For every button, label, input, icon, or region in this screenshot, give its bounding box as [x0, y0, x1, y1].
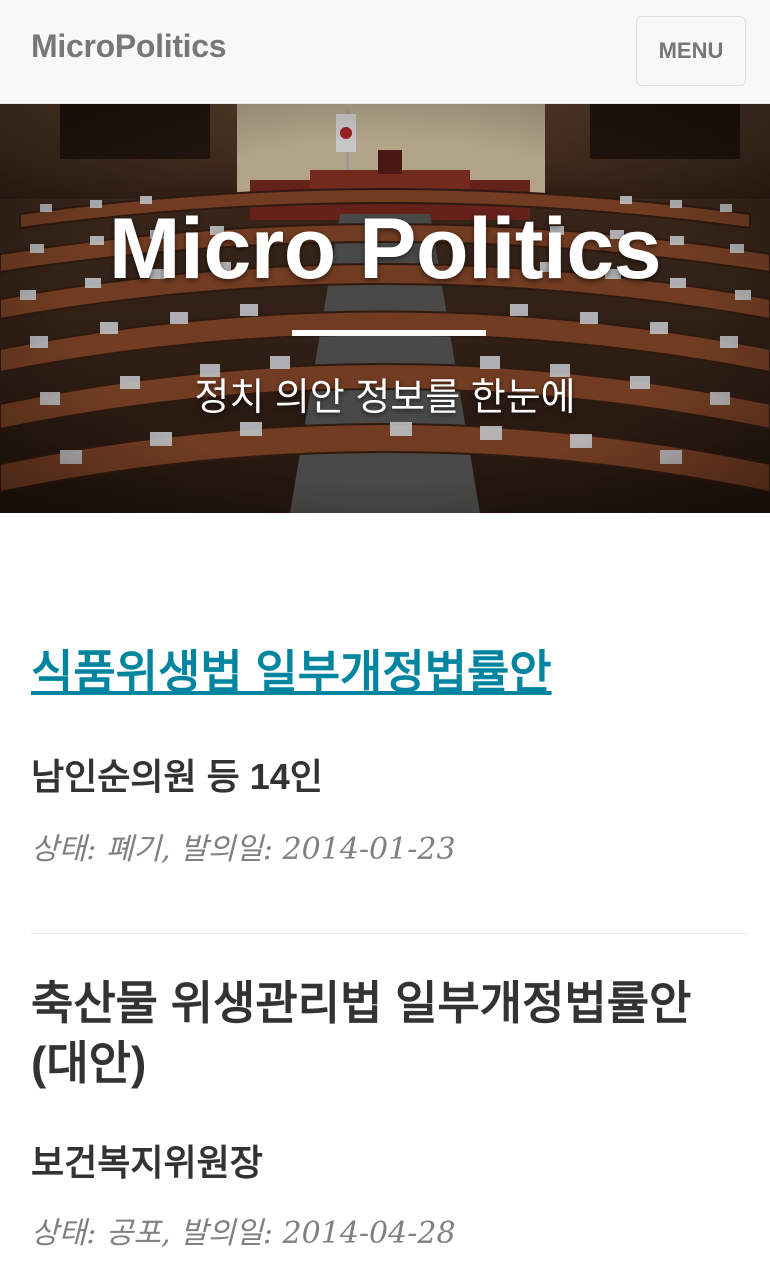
hero-divider	[292, 330, 486, 336]
post-preview: 식품위생법 일부개정법률안 남인순의원 등 14인 상태: 폐기, 발의일: 2…	[31, 644, 747, 868]
hero-header: Micro Politics 정치 의안 정보를 한눈에	[0, 104, 770, 513]
post-title-link[interactable]: 식품위생법 일부개정법률안	[31, 646, 552, 698]
post-meta: 상태: 폐기, 발의일: 2014-01-23	[31, 831, 456, 867]
assembly-hall-background-image	[0, 104, 770, 513]
post-proposer: 보건복지위원장	[31, 1141, 263, 1183]
post-title: 식품위생법 일부개정법률안	[31, 644, 747, 702]
hero-title: Micro Politics	[108, 201, 662, 297]
brand-logo-link[interactable]: MicroPolitics	[31, 28, 227, 65]
post-meta: 상태: 공포, 발의일: 2014-04-28	[31, 1215, 456, 1251]
menu-button[interactable]: MENU	[636, 16, 746, 86]
post-title[interactable]: 축산물 위생관리법 일부개정법률안(대안)	[31, 974, 747, 1094]
top-navbar: MicroPolitics MENU	[0, 0, 770, 104]
post-proposer: 남인순의원 등 14인	[31, 755, 323, 797]
post-preview: 축산물 위생관리법 일부개정법률안(대안) 보건복지위원장 상태: 공포, 발의…	[31, 974, 747, 1252]
hero-subtitle: 정치 의안 정보를 한눈에	[194, 377, 576, 419]
post-divider	[31, 933, 747, 934]
